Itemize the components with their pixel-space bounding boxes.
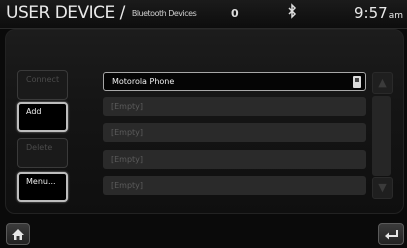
list-item-label: [Empty] (111, 128, 144, 137)
list-item[interactable]: [Empty] (103, 97, 366, 116)
list-item[interactable]: [Empty] (103, 150, 366, 169)
list-item[interactable]: [Empty] (103, 123, 366, 142)
list-item-label: [Empty] (111, 181, 144, 190)
header: USER DEVICE / Bluetooth Devices 0 9:57am (0, 0, 407, 29)
home-icon (12, 229, 24, 240)
scroll-down-icon: ▼ (378, 181, 387, 194)
scroll-up-icon: ▲ (378, 76, 387, 89)
back-icon (385, 230, 398, 240)
back-button[interactable] (378, 223, 404, 245)
title-text: USER DEVICE / (6, 3, 125, 23)
clock-ampm: am (388, 11, 403, 21)
scroll-track[interactable] (372, 96, 391, 176)
list-item-label: [Empty] (111, 102, 144, 111)
phone-icon (353, 76, 361, 88)
list-item-label: Motorola Phone (112, 77, 175, 86)
device-count: 0 (231, 7, 239, 20)
bluetooth-icon (288, 3, 297, 19)
subtitle: Bluetooth Devices (131, 8, 197, 18)
delete-button[interactable]: Delete (17, 138, 68, 168)
clock: 9:57am (354, 4, 403, 22)
clock-time: 9:57 (354, 4, 388, 22)
page-title: USER DEVICE / Bluetooth Devices (6, 3, 197, 23)
list-item-label: [Empty] (111, 155, 144, 164)
list-item[interactable]: [Empty] (103, 176, 366, 195)
add-button[interactable]: Add (17, 102, 68, 132)
menu-button[interactable]: Menu... (17, 172, 68, 202)
scroll-up-button[interactable]: ▲ (372, 72, 393, 94)
home-button[interactable] (6, 223, 30, 245)
connect-button[interactable]: Connect (17, 70, 68, 100)
list-item[interactable]: Motorola Phone (103, 72, 366, 91)
scroll-down-button[interactable]: ▼ (372, 177, 393, 199)
